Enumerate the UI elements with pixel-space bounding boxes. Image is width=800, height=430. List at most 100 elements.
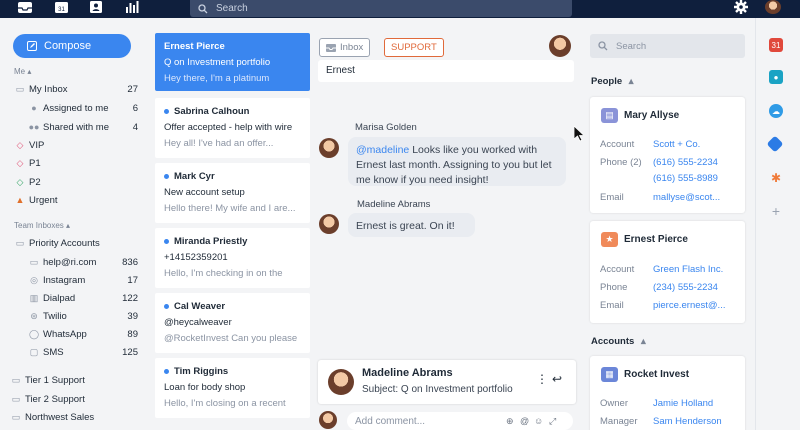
analytics-nav-icon[interactable] [124,0,140,14]
support-tag-label: SUPPORT [391,42,437,53]
sidebar-item-tier2[interactable]: ▭ Tier 2 Support [10,391,134,407]
conversation-item[interactable]: Mark Cyr New account setup Hello there! … [155,163,310,223]
inbox-tag[interactable]: Inbox [319,38,371,57]
expand-icon[interactable]: ⤢ [549,416,556,427]
field-key: Phone [600,282,628,293]
field-key: Account [600,139,635,150]
conversation-sender: Sabrina Calhoun [174,106,250,117]
channel-count: 122 [122,292,138,304]
sidebar-channel-whatsapp[interactable]: ◯ WhatsApp 89 [28,326,138,342]
me-section-label[interactable]: Me ▴ [14,67,31,76]
sidebar-item-tier1[interactable]: ▭ Tier 1 Support [10,372,134,388]
account-card[interactable]: ▦ Rocket Invest Owner Jamie Holland Manag… [590,356,745,430]
unread-dot [164,174,169,179]
calendar-app-icon[interactable]: 31 [769,38,783,52]
reply-arrow-icon[interactable]: ↩ [552,372,562,386]
conversation-list: Ernest Pierce Q on Investment portfolio … [148,18,313,430]
sidebar-item-shared-with-me[interactable]: ●● Shared with me 4 [28,119,138,135]
conversation-item[interactable]: Ernest Pierce Q on Investment portfolio … [155,33,310,91]
tag-label: VIP [29,139,45,151]
sidebar-tag-p2[interactable]: ◇ P2 [14,174,138,190]
global-search-input[interactable]: Search [190,0,572,17]
inbox-icon: ▭ [15,83,25,94]
people-section-header[interactable]: People ▴ [591,76,634,87]
sidebar-channel-dialpad[interactable]: ▥ Dialpad 122 [28,290,138,306]
salesforce-icon[interactable]: ☁ [769,104,783,118]
draft-subject: Q on Investment portfolio [400,384,513,395]
hubspot-icon[interactable]: ✱ [769,171,783,185]
sidebar-tag-p1[interactable]: ◇ P1 [14,155,138,171]
channel-count: 125 [122,346,138,358]
support-tag[interactable]: SUPPORT [384,38,444,57]
global-search-placeholder: Search [216,3,248,14]
conversation-item[interactable]: Tim Riggins Loan for body shop Hello, I'… [155,358,310,418]
team-label: Team Inboxes [14,221,64,230]
sidebar-item-northwest-sales[interactable]: ▭ Northwest Sales [10,409,134,425]
person-card[interactable]: ▤ Mary Allyse Account Scott + Co. Phone (… [590,97,745,213]
add-icon[interactable]: ⊕ [506,416,514,427]
sidebar-channel-sms[interactable]: ▢ SMS 125 [28,344,138,360]
person-name: Mary Allyse [624,110,680,121]
assignee-avatar[interactable] [549,35,571,57]
sidebar-channel-twilio[interactable]: ⊛ Twilio 39 [28,308,138,324]
diamond-app-icon[interactable] [766,135,784,153]
users-icon: ●● [28,122,40,132]
field-value[interactable]: Green Flash Inc. [653,264,723,275]
conversation-item[interactable]: Sabrina Calhoun Offer accepted - help wi… [155,98,310,158]
sidebar-tag-vip[interactable]: ◇ VIP [14,137,138,153]
sidebar-item-priority-accounts[interactable]: ▭ Priority Accounts [14,235,138,251]
conversation-item[interactable]: Miranda Priestly +14152359201 Hello, I'm… [155,228,310,288]
sidebar-item-my-inbox[interactable]: ▭ My Inbox 27 [14,81,138,97]
at-mention-icon[interactable]: @ [520,416,529,426]
draft-subject-label: Subject: [362,384,399,395]
reply-draft-card[interactable]: Madeline Abrams Subject: Q on Investment… [318,360,576,404]
field-value[interactable]: (234) 555-2234 [653,282,718,293]
field-value[interactable]: (616) 555-2234 [653,157,718,168]
chevron-up-icon: ▴ [640,336,646,347]
contacts-app-icon[interactable]: ● [769,70,783,84]
settings-gear-icon[interactable] [733,0,749,14]
commenter-avatar [319,214,339,234]
field-value[interactable]: Sam Henderson [653,416,722,427]
accounts-label: Accounts [591,336,635,347]
conversation-subject: New account setup [164,187,245,198]
emoji-icon[interactable]: ☺ [534,416,543,426]
sidebar-item-label: Tier 2 Support [25,393,85,405]
field-value[interactable]: Jamie Holland [653,398,713,409]
field-value[interactable]: mallyse@scot... [653,192,720,203]
field-value[interactable]: (616) 555-8989 [653,173,718,184]
sms-icon: ▢ [29,346,39,357]
person-card[interactable]: ★ Ernest Pierce Account Green Flash Inc. … [590,221,745,323]
sidebar-channel-instagram[interactable]: ◎ Instagram 17 [28,272,138,288]
more-options-icon[interactable]: ⋮ [536,372,548,386]
conversation-item[interactable]: Cal Weaver @heycalweaver @RocketInvest C… [155,293,310,353]
field-value[interactable]: Scott + Co. [653,139,700,150]
channel-count: 89 [127,328,138,340]
channel-label: Twilio [43,310,67,322]
inbox-icon [326,43,336,52]
sidebar-channel-email[interactable]: ▭ help@ri.com 836 [28,254,138,270]
inbox-nav-icon[interactable] [17,0,33,14]
mention[interactable]: @madeline [356,144,409,156]
field-value[interactable]: pierce.ernest@... [653,300,725,311]
calendar-nav-icon[interactable]: 31 [53,0,69,14]
inbox-icon: ▭ [15,237,25,248]
sidebar-item-assigned-to-me[interactable]: ● Assigned to me 6 [28,100,138,116]
conversation-thread: Inbox SUPPORT Ernest Marisa Golden @made… [313,18,586,430]
tag-icon: ◇ [16,176,24,187]
message-card[interactable]: Ernest [318,60,574,82]
integrations-strip: 31 ● ☁ ✱ + [755,18,800,430]
field-key: Manager [600,416,638,427]
team-inboxes-label[interactable]: Team Inboxes ▴ [14,221,70,230]
sidebar-tag-urgent[interactable]: ▲ Urgent [14,192,138,208]
add-integration-icon[interactable]: + [769,203,783,219]
star-icon: ★ [601,232,618,247]
add-comment-input[interactable]: Add comment... ⊕ @ ☺ ⤢ [347,412,573,430]
accounts-section-header[interactable]: Accounts ▴ [591,336,646,347]
contact-search-input[interactable]: Search [590,34,745,58]
user-avatar[interactable] [765,0,781,14]
compose-button[interactable]: Compose [13,34,131,58]
contacts-nav-icon[interactable] [88,0,104,14]
draft-author-name: Madeline Abrams [362,367,453,379]
sidebar-item-label: My Inbox [29,83,68,95]
